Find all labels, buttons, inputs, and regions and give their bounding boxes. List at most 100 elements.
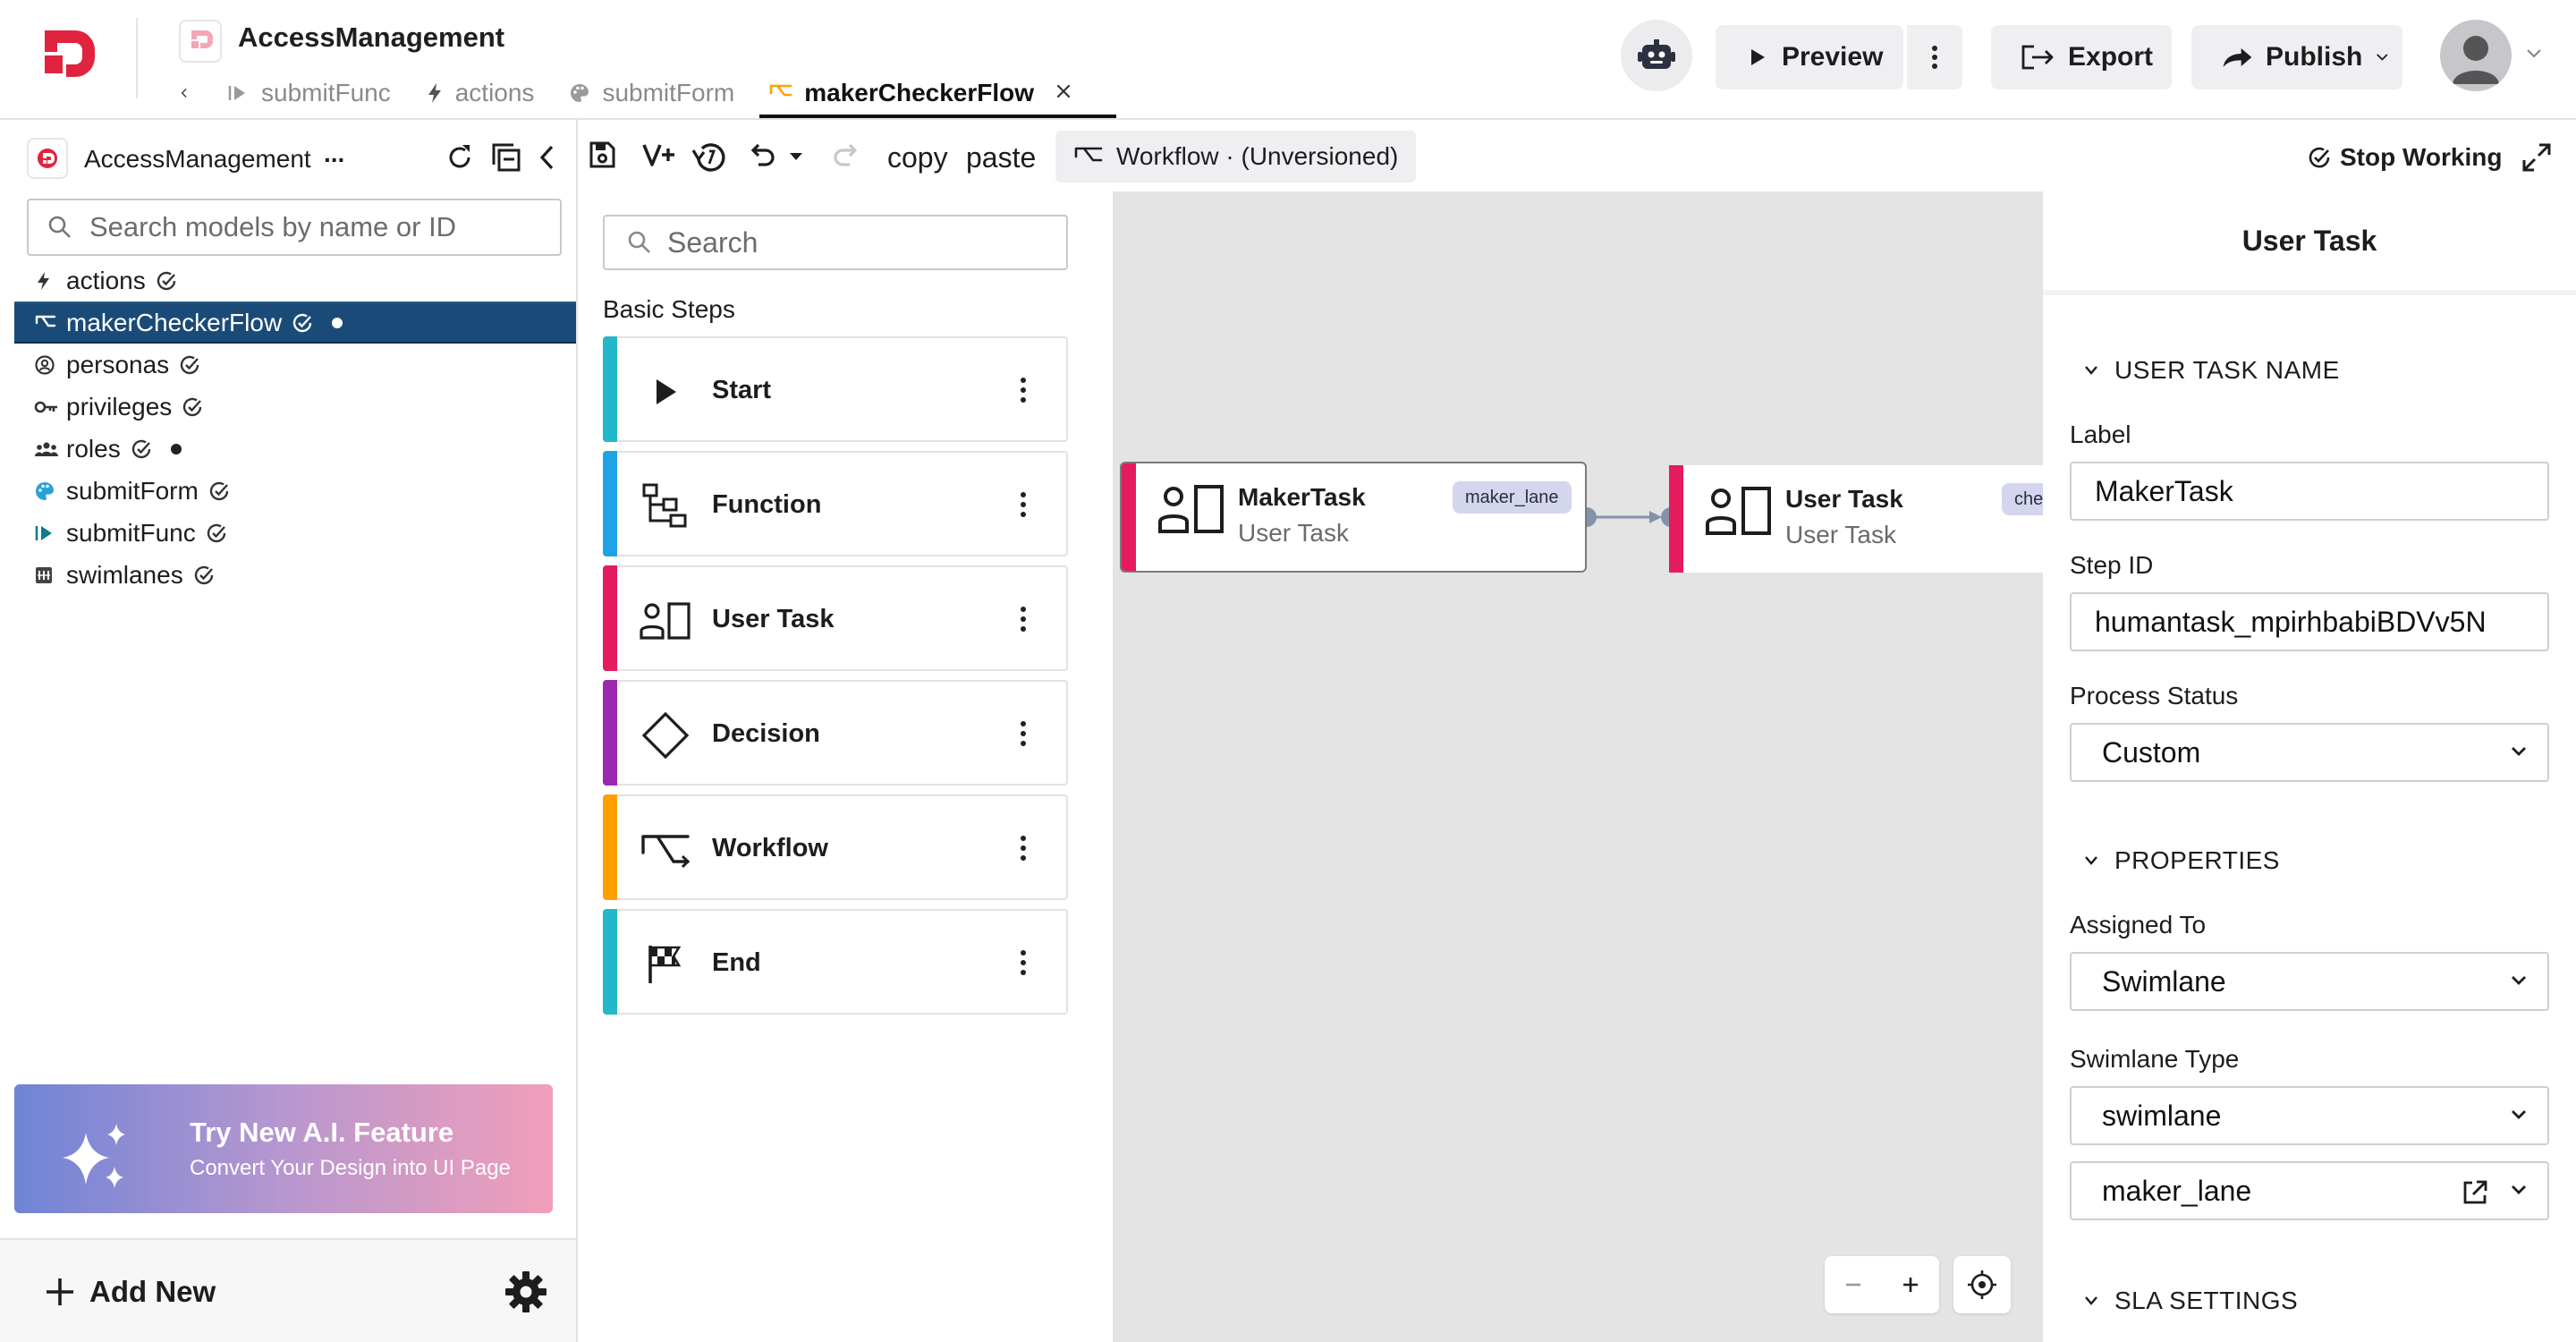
step-id-field-label: Step ID: [2070, 551, 2154, 579]
label-input[interactable]: MakerTask: [2070, 462, 2549, 521]
step-label: Decision: [712, 719, 820, 748]
publish-button[interactable]: Publish: [2191, 25, 2402, 89]
fullscreen-expand-icon[interactable]: [2521, 141, 2553, 178]
stop-working-button[interactable]: Stop Working: [2306, 143, 2502, 172]
zoom-controls: [1825, 1256, 1939, 1313]
step-more-options-icon[interactable]: [1013, 487, 1034, 522]
swimlane-select[interactable]: maker_lane: [2070, 1161, 2549, 1220]
refresh-icon[interactable]: [444, 141, 476, 178]
tab-submitform[interactable]: submitForm: [568, 68, 734, 118]
ai-banner-subtitle: Convert Your Design into UI Page: [190, 1156, 511, 1180]
step-card-user-task[interactable]: User Task: [603, 565, 1068, 671]
preview-button[interactable]: Preview: [1716, 25, 1903, 89]
section-user-task-name[interactable]: USER TASK NAME: [2082, 356, 2340, 385]
copy-button[interactable]: copy: [887, 141, 948, 174]
export-button[interactable]: Export: [1991, 25, 2172, 89]
step-card-decision[interactable]: Decision: [603, 680, 1068, 786]
workflow-node-makertask[interactable]: MakerTask User Task maker_lane: [1120, 462, 1587, 573]
app-menu-ellipsis[interactable]: ...: [324, 140, 344, 168]
chevron-down-icon: [2512, 976, 2526, 985]
function-icon: [34, 523, 66, 543]
unsaved-changes-dot: [170, 443, 182, 454]
preview-more-options-icon[interactable]: [1905, 25, 1962, 89]
step-label: Start: [712, 376, 772, 404]
version-history-icon[interactable]: [691, 140, 728, 175]
add-new-button[interactable]: Add New: [43, 1267, 216, 1317]
ai-feature-banner[interactable]: Try New A.I. Feature Convert Your Design…: [14, 1084, 553, 1213]
settings-gear-icon[interactable]: [503, 1269, 549, 1320]
step-more-options-icon[interactable]: [1013, 372, 1034, 408]
model-tree: actions makerCheckerFlow personas privil…: [14, 259, 576, 596]
diamond-icon: [639, 710, 692, 760]
tree-item-roles[interactable]: roles: [14, 428, 576, 470]
step-more-options-icon[interactable]: [1013, 830, 1034, 866]
tree-item-actions[interactable]: actions: [14, 259, 576, 302]
step-search-input[interactable]: Search: [603, 215, 1068, 270]
step-card-end[interactable]: End: [603, 909, 1068, 1015]
undo-history-chevron-down-icon[interactable]: [787, 150, 805, 163]
tab-submitfunc[interactable]: submitFunc: [227, 68, 391, 118]
tab-makercheckerflow[interactable]: makerCheckerFlow: [759, 68, 1116, 118]
zoom-in-icon[interactable]: [1882, 1256, 1939, 1313]
assigned-to-select[interactable]: Swimlane: [2070, 952, 2549, 1011]
step-card-start[interactable]: Start: [603, 336, 1068, 442]
step-card-function[interactable]: Function: [603, 451, 1068, 556]
assigned-to-value: Swimlane: [2102, 964, 2226, 998]
tree-item-label: submitFunc: [66, 518, 196, 547]
chevron-down-icon: [2512, 1185, 2526, 1194]
tab-label: actions: [454, 79, 535, 106]
undo-icon[interactable]: [746, 140, 778, 170]
swimlane-type-value: swimlane: [2102, 1099, 2222, 1132]
zoom-out-icon[interactable]: [1825, 1256, 1882, 1313]
workflow-node-user-task[interactable]: User Task User Task chec: [1669, 465, 2043, 573]
workflow-icon: [1074, 147, 1103, 162]
step-id-input[interactable]: humantask_mpirhbabiBDVv5N: [2070, 592, 2549, 651]
step-more-options-icon[interactable]: [1013, 601, 1034, 637]
saved-check-icon: [130, 437, 153, 461]
saved-check-icon: [208, 480, 231, 503]
app-logo[interactable]: [36, 27, 98, 89]
step-palette: Search Basic Steps Start Function User T…: [580, 191, 1113, 1342]
step-more-options-icon[interactable]: [1013, 945, 1034, 981]
tree-item-makercheckerflow[interactable]: makerCheckerFlow: [14, 302, 576, 344]
node-color-bar: [1669, 465, 1683, 573]
model-search-input[interactable]: Search models by name or ID: [27, 199, 562, 256]
tree-item-submitfunc[interactable]: submitFunc: [14, 512, 576, 554]
process-status-select[interactable]: Custom: [2070, 723, 2549, 782]
ai-assistant-robot-icon[interactable]: [1621, 20, 1692, 91]
tree-item-personas[interactable]: personas: [14, 344, 576, 386]
tree-item-swimlanes[interactable]: swimlanes: [14, 554, 576, 596]
swimlane-type-field-label: Swimlane Type: [2070, 1045, 2240, 1073]
stop-working-label: Stop Working: [2340, 143, 2503, 171]
share-arrow-icon: [2223, 48, 2252, 67]
node-subtitle: User Task: [1238, 519, 1349, 547]
section-properties[interactable]: PROPERTIES: [2082, 846, 2280, 875]
tree-item-privileges[interactable]: privileges: [14, 386, 576, 428]
publish-label: Publish: [2266, 42, 2363, 72]
step-color-bar: [603, 680, 617, 786]
close-tab-icon[interactable]: [1054, 79, 1084, 107]
swimlane-type-select[interactable]: swimlane: [2070, 1086, 2549, 1145]
step-more-options-icon[interactable]: [1013, 716, 1034, 752]
step-card-workflow[interactable]: Workflow: [603, 794, 1068, 900]
divider: [136, 18, 138, 98]
workflow-canvas[interactable]: MakerTask User Task maker_lane User Task…: [1113, 191, 2043, 1342]
check-circle-icon: [2309, 147, 2330, 168]
paste-button[interactable]: paste: [966, 141, 1036, 174]
tree-item-submitform[interactable]: submitForm: [14, 470, 576, 512]
play-icon: [1751, 49, 1765, 65]
recenter-crosshair-icon[interactable]: [1953, 1256, 2011, 1313]
add-variable-icon[interactable]: [640, 140, 676, 170]
duplicate-icon[interactable]: [488, 141, 522, 178]
save-icon[interactable]: [587, 140, 617, 170]
collapse-panel-icon[interactable]: [537, 141, 558, 178]
tab-scroll-back-icon[interactable]: [179, 68, 200, 118]
open-external-icon[interactable]: [2460, 1177, 2490, 1208]
account-chevron-down-icon[interactable]: [2524, 47, 2544, 65]
user-avatar[interactable]: [2440, 20, 2512, 91]
add-new-label: Add New: [89, 1275, 216, 1308]
redo-icon[interactable]: [830, 140, 862, 170]
section-sla-settings[interactable]: SLA SETTINGS: [2082, 1287, 2298, 1315]
workflow-version-badge[interactable]: Workflow · (Unversioned): [1055, 131, 1417, 183]
tab-actions[interactable]: actions: [425, 68, 535, 118]
